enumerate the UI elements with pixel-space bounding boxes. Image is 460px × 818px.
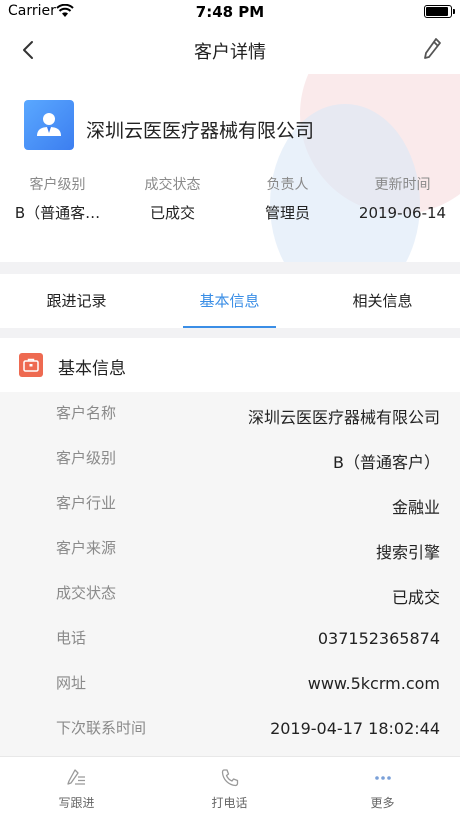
- user-icon: [37, 113, 61, 136]
- more-dots-icon: [374, 776, 391, 780]
- website-link[interactable]: www.5kcrm.com: [308, 674, 440, 693]
- info-label: 网址: [56, 674, 87, 692]
- summary-item-owner: 负责人 管理员: [230, 174, 345, 224]
- more-button[interactable]: 更多: [306, 757, 459, 818]
- section-divider: [0, 262, 460, 274]
- info-value: 2019-04-17 18:02:44: [270, 719, 440, 738]
- info-list: 客户名称 深圳云医医疗器械有限公司 客户级别 B（普通客户） 客户行业 金融业 …: [0, 392, 460, 756]
- summary-label: 客户级别: [29, 177, 86, 193]
- info-label: 下次联系时间: [56, 719, 147, 737]
- info-label: 客户级别: [56, 449, 117, 467]
- section-header: 基本信息: [0, 338, 460, 392]
- summary-value: 已成交: [149, 204, 195, 222]
- info-value: 已成交: [391, 588, 440, 607]
- customer-header-card: 深圳云医医疗器械有限公司 客户级别 B（普通客… 成交状态 已成交 负责人 管理…: [0, 74, 460, 262]
- bottom-toolbar: 写跟进 打电话 更多: [0, 756, 460, 818]
- info-row-customer-name: 客户名称 深圳云医医疗器械有限公司: [0, 392, 460, 437]
- phone-icon: [221, 769, 238, 787]
- toolbar-label: 打电话: [211, 796, 248, 810]
- info-row-source: 客户来源 搜索引擎: [0, 527, 460, 572]
- info-label: 客户来源: [56, 539, 117, 557]
- avatar: [24, 100, 74, 150]
- info-row-next-contact: 下次联系时间 2019-04-17 18:02:44: [0, 707, 460, 752]
- summary-item-deal-status: 成交状态 已成交: [115, 174, 230, 224]
- info-row-phone: 电话 037152365874: [0, 617, 460, 662]
- info-value: 搜索引擎: [375, 543, 440, 562]
- summary-value: 管理员: [264, 204, 310, 222]
- info-label: 电话: [56, 629, 87, 647]
- info-label: 客户行业: [56, 494, 117, 512]
- phone-link[interactable]: 037152365874: [318, 629, 440, 648]
- info-row-industry: 客户行业 金融业: [0, 482, 460, 527]
- tab-related-info[interactable]: 相关信息: [306, 274, 459, 328]
- info-row-website: 网址 www.5kcrm.com: [0, 662, 460, 707]
- briefcase-icon: [19, 353, 43, 377]
- info-value: 深圳云医医疗器械有限公司: [247, 408, 440, 427]
- summary-item-level: 客户级别 B（普通客…: [0, 174, 115, 224]
- edit-pencil-icon[interactable]: [420, 36, 444, 62]
- toolbar-label: 写跟进: [58, 796, 95, 810]
- write-follow-up-button[interactable]: 写跟进: [0, 757, 153, 818]
- nav-bar: 客户详情: [0, 26, 460, 74]
- tab-basic-info[interactable]: 基本信息: [153, 274, 306, 328]
- company-name: 深圳云医医疗器械有限公司: [86, 120, 315, 142]
- summary-label: 成交状态: [144, 177, 201, 193]
- status-bar: Carrier 7:48 PM: [0, 0, 460, 26]
- section-title: 基本信息: [58, 359, 126, 379]
- info-row-deal-status: 成交状态 已成交: [0, 572, 460, 617]
- info-row-customer-level: 客户级别 B（普通客户）: [0, 437, 460, 482]
- make-call-button[interactable]: 打电话: [153, 757, 306, 818]
- customer-summary: 客户级别 B（普通客… 成交状态 已成交 负责人 管理员 更新时间 2019-0…: [0, 174, 460, 224]
- info-value: 金融业: [391, 498, 440, 517]
- tab-bar: 跟进记录 基本信息 相关信息: [0, 274, 460, 328]
- info-value: B（普通客户）: [333, 453, 440, 472]
- battery-icon: [424, 5, 455, 18]
- summary-value: 2019-06-14: [358, 204, 447, 222]
- summary-label: 更新时间: [374, 177, 431, 193]
- info-label: 客户名称: [56, 404, 117, 422]
- section-divider: [0, 328, 460, 338]
- summary-label: 负责人: [266, 177, 309, 193]
- info-label: 成交状态: [56, 584, 117, 602]
- tab-follow-up-records[interactable]: 跟进记录: [0, 274, 153, 328]
- toolbar-label: 更多: [370, 796, 395, 810]
- summary-item-updated: 更新时间 2019-06-14: [345, 174, 460, 224]
- page-title: 客户详情: [194, 42, 266, 63]
- summary-value: B（普通客…: [14, 204, 101, 222]
- status-time: 7:48 PM: [195, 3, 265, 21]
- pencil-list-icon: [66, 769, 85, 785]
